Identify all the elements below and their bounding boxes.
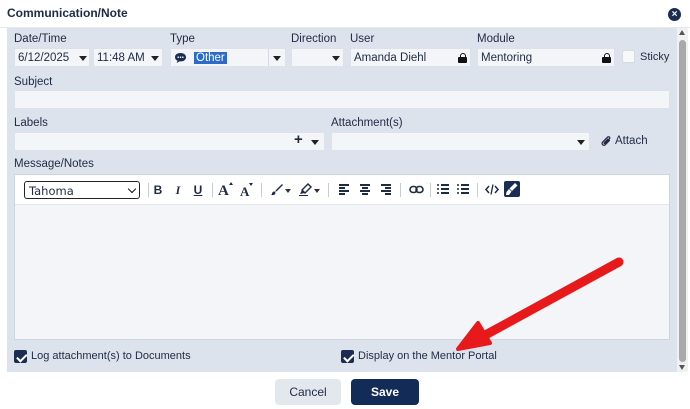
red-annotation-arrow xyxy=(456,257,624,351)
dialog-footer xyxy=(0,372,690,409)
cancel-button[interactable]: Cancel xyxy=(275,379,341,405)
save-button[interactable]: Save xyxy=(351,379,419,405)
